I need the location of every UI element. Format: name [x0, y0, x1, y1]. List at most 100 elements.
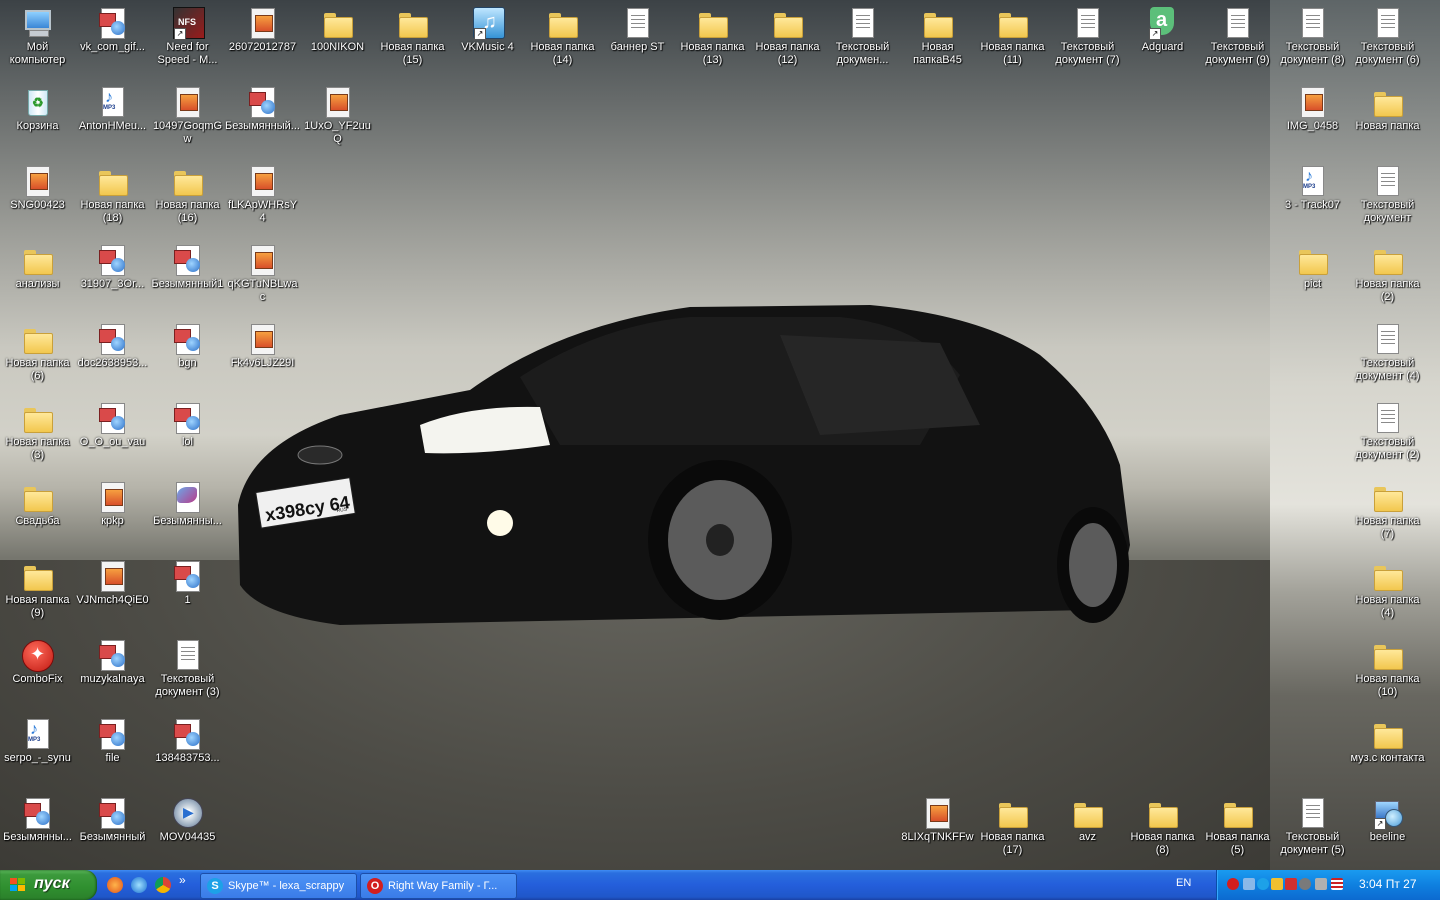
desktop-icon[interactable]: Текстовый документ (8): [1275, 5, 1350, 83]
tray-network-icon[interactable]: [1243, 878, 1255, 890]
desktop-icon[interactable]: pict: [1275, 242, 1350, 320]
tray-speaker-icon[interactable]: [1315, 878, 1327, 890]
desktop-icon[interactable]: 1UxO_YF2uuQ: [300, 84, 375, 162]
desktop-icon[interactable]: Безымянный...: [225, 84, 300, 162]
folder-icon: [1146, 797, 1178, 829]
desktop-icon[interactable]: fLKApWHRsY4: [225, 163, 300, 241]
desktop-icon[interactable]: Текстовый документ (5): [1275, 795, 1350, 870]
desktop-icon[interactable]: ♪ MP3 3 - Track07: [1275, 163, 1350, 241]
clock[interactable]: 3:04 Пт 27: [1359, 877, 1417, 891]
quick-launch-ie-icon[interactable]: [131, 877, 147, 893]
desktop-icon[interactable]: muzykalnaya: [75, 637, 150, 715]
desktop-icon[interactable]: Новая папка (3): [0, 400, 75, 478]
quick-launch-chrome-icon[interactable]: [155, 877, 171, 893]
desktop-icon[interactable]: Новая папка (2): [1350, 242, 1425, 320]
desktop-icon[interactable]: Новая папка: [1350, 84, 1425, 162]
tray-flag-icon[interactable]: [1331, 878, 1343, 890]
desktop-icon[interactable]: Текстовый документ (6): [1350, 5, 1425, 83]
desktop-icon[interactable]: Текстовый документ (4): [1350, 321, 1425, 399]
desktop-icon[interactable]: Новая папка (10): [1350, 637, 1425, 715]
desktop-icon-label: Текстовый документ (7): [1055, 41, 1120, 66]
desktop-icon[interactable]: 8LIXqTNKFFw: [900, 795, 975, 870]
desktop-icon[interactable]: ↗Adguard: [1125, 5, 1200, 83]
desktop-icon[interactable]: Безымянны...: [0, 795, 75, 870]
start-button[interactable]: пуск: [0, 870, 97, 900]
desktop-icon[interactable]: ♪ MP3 AntonHMeu...: [75, 84, 150, 162]
desktop-icon[interactable]: Новая папка (14): [525, 5, 600, 83]
desktop-icon[interactable]: Новая папка (11): [975, 5, 1050, 83]
desktop-icon[interactable]: Новая папка (9): [0, 558, 75, 636]
desktop-icon[interactable]: ↗ beeline: [1350, 795, 1425, 870]
desktop-icon[interactable]: doc2638953...: [75, 321, 150, 399]
taskbar-button-skype[interactable]: S Skype™ - lexa_scrappy: [200, 873, 357, 899]
desktop-icon[interactable]: ♪ MP3 serpo_-_synu: [0, 716, 75, 794]
desktop-icon[interactable]: VJNmch4QiE0: [75, 558, 150, 636]
quick-launch-orange-icon[interactable]: [107, 877, 123, 893]
desktop-icon[interactable]: qKGTuNBLwac: [225, 242, 300, 320]
tray-shield-icon[interactable]: [1299, 878, 1311, 890]
text-document-icon: [1296, 797, 1328, 829]
desktop-icon[interactable]: Fk4v6LJZ29I: [225, 321, 300, 399]
desktop-icon[interactable]: Безымянны...: [150, 479, 225, 557]
desktop-icon[interactable]: Новая папка (7): [1350, 479, 1425, 557]
desktop-icon[interactable]: SNG00423: [0, 163, 75, 241]
desktop-icon[interactable]: Новая папка (17): [975, 795, 1050, 870]
taskbar-button-opera[interactable]: O Right Way Family - Г...: [360, 873, 517, 899]
desktop-icon[interactable]: Новая папка (5): [1200, 795, 1275, 870]
desktop-icon[interactable]: bgn: [150, 321, 225, 399]
desktop-icon[interactable]: Новая папка (16): [150, 163, 225, 241]
tray-opera-icon[interactable]: [1227, 878, 1239, 890]
desktop-icon[interactable]: avz: [1050, 795, 1125, 870]
desktop-icon[interactable]: баннер ST: [600, 5, 675, 83]
desktop-icon[interactable]: 10497GoqmGw: [150, 84, 225, 162]
desktop-icon[interactable]: Мой компьютер: [0, 5, 75, 83]
desktop-icon[interactable]: 100NIKON: [300, 5, 375, 83]
desktop-icon[interactable]: анализы: [0, 242, 75, 320]
desktop-icon[interactable]: Текстовый документ (7): [1050, 5, 1125, 83]
desktop-icon[interactable]: Текстовый документ (3): [150, 637, 225, 715]
desktop-icon[interactable]: ♻ Корзина: [0, 84, 75, 162]
desktop-icon-label: крkр: [101, 515, 124, 527]
desktop-icon[interactable]: крkр: [75, 479, 150, 557]
desktop-icon[interactable]: 26072012787: [225, 5, 300, 83]
desktop-icon[interactable]: vk_com_gif...: [75, 5, 150, 83]
desktop-icon[interactable]: Свадьба: [0, 479, 75, 557]
language-indicator[interactable]: EN: [1176, 877, 1191, 889]
desktop-icon[interactable]: Новая папка (18): [75, 163, 150, 241]
desktop-icon[interactable]: Новая папка (8): [1125, 795, 1200, 870]
desktop-icon[interactable]: Безымянный: [75, 795, 150, 870]
desktop-icon[interactable]: Текстовый документ: [1350, 163, 1425, 241]
desktop-icon[interactable]: Новая папка (4): [1350, 558, 1425, 636]
desktop-icon[interactable]: 138483753...: [150, 716, 225, 794]
taskbar-button-label: Right Way Family - Г...: [388, 880, 498, 892]
tray-antivirus-icon[interactable]: [1285, 878, 1297, 890]
desktop-icon[interactable]: муз.с контакта: [1350, 716, 1425, 794]
desktop-icon[interactable]: Текстовый документ (2): [1350, 400, 1425, 478]
desktop-icon[interactable]: IMG_0458: [1275, 84, 1350, 162]
desktop-icon[interactable]: ↗Need for Speed - M...: [150, 5, 225, 83]
desktop-icon[interactable]: lol: [150, 400, 225, 478]
desktop-icon[interactable]: file: [75, 716, 150, 794]
desktop-icon[interactable]: Новая папка (15): [375, 5, 450, 83]
desktop-icon[interactable]: ↗VKMusic 4: [450, 5, 525, 83]
image-file-icon: [21, 165, 53, 197]
tray-adguard-icon[interactable]: [1271, 878, 1283, 890]
image-file-icon: [96, 560, 128, 592]
tray-skype-icon[interactable]: [1257, 878, 1269, 890]
desktop-icon[interactable]: Новая папка (12): [750, 5, 825, 83]
quick-launch-chevron-icon[interactable]: »: [179, 873, 189, 889]
desktop-icon[interactable]: Новая папкаВ45: [900, 5, 975, 83]
desktop-icon[interactable]: Новая папка (6): [0, 321, 75, 399]
desktop-icon[interactable]: Безымянный1: [150, 242, 225, 320]
desktop-icon[interactable]: 31907_3Or...: [75, 242, 150, 320]
image-file-icon: [171, 86, 203, 118]
desktop-icon[interactable]: O_O_ou_vau: [75, 400, 150, 478]
desktop-icon[interactable]: 1: [150, 558, 225, 636]
desktop-icon[interactable]: MOV04435: [150, 795, 225, 870]
desktop-icon-label: ComboFix: [12, 673, 63, 685]
desktop-icon[interactable]: Текстовый докумен...: [825, 5, 900, 83]
desktop-icon[interactable]: Новая папка (13): [675, 5, 750, 83]
desktop-icon[interactable]: Текстовый документ (9): [1200, 5, 1275, 83]
desktop-icon[interactable]: ComboFix: [0, 637, 75, 715]
desktop-icon-label: 1: [184, 594, 191, 606]
